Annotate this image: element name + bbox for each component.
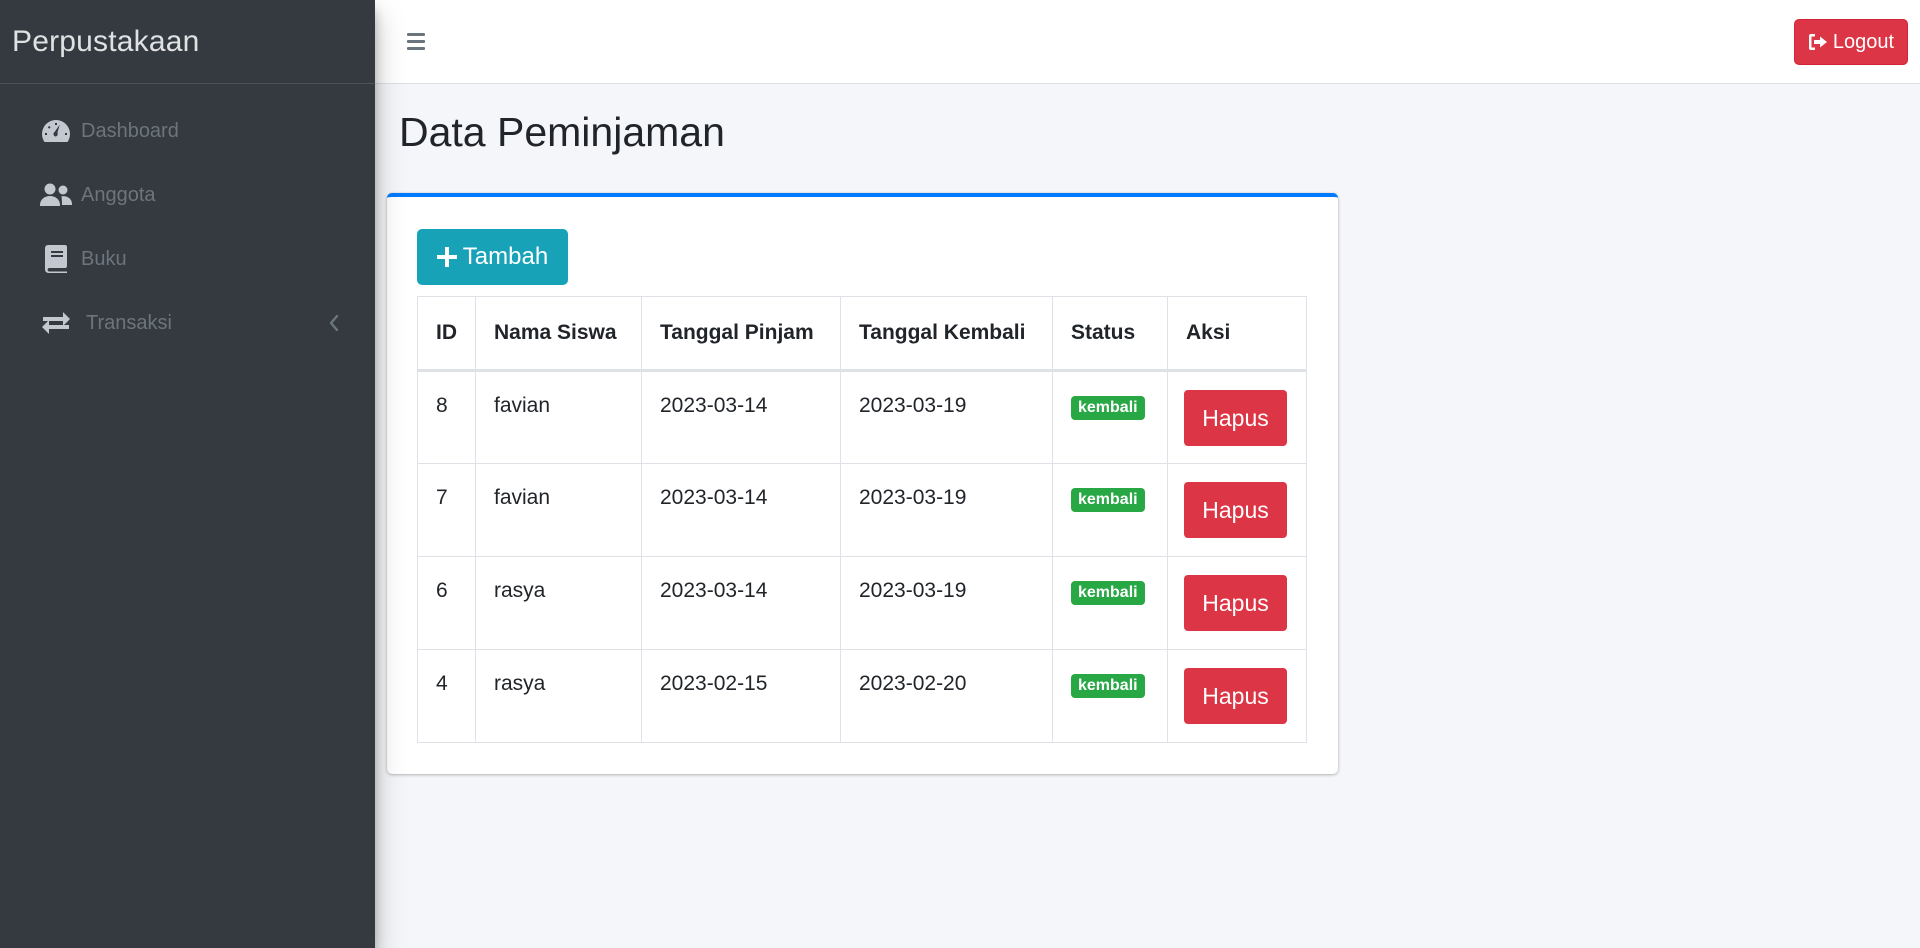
cell-nama: rasya: [475, 556, 642, 650]
page-title: Data Peminjaman: [399, 109, 725, 155]
cell-nama: favian: [475, 370, 642, 464]
users-icon: [40, 181, 72, 209]
brand-link[interactable]: Perpustakaan: [0, 0, 375, 84]
cell-tanggal-pinjam: 2023-02-15: [641, 649, 841, 743]
cell-id: 4: [417, 649, 476, 743]
hamburger-icon[interactable]: [407, 28, 431, 54]
table-row: 7 favian 2023-03-14 2023-03-19 kembali H…: [417, 463, 1307, 557]
sidebar-item-transaksi[interactable]: Transaksi: [0, 291, 375, 355]
sidebar-item-label: Anggota: [81, 183, 156, 206]
cell-tanggal-kembali: 2023-02-20: [840, 649, 1053, 743]
sign-out-icon: [1808, 33, 1828, 51]
column-header-tanggal-pinjam: Tanggal Pinjam: [641, 296, 841, 372]
delete-button[interactable]: Hapus: [1184, 482, 1287, 538]
cell-status: kembali: [1052, 556, 1168, 650]
cell-id: 8: [417, 370, 476, 464]
add-button-label: Tambah: [462, 243, 549, 270]
cell-status: kembali: [1052, 463, 1168, 557]
sidebar-item-label: Buku: [81, 247, 127, 270]
sidebar-item-label: Dashboard: [81, 119, 179, 142]
plus-icon: [436, 247, 457, 267]
cell-tanggal-kembali: 2023-03-19: [840, 463, 1053, 557]
exchange-icon: [40, 309, 72, 337]
delete-button[interactable]: Hapus: [1184, 390, 1287, 446]
logout-label: Logout: [1832, 30, 1895, 53]
cell-tanggal-kembali: 2023-03-19: [840, 370, 1053, 464]
cell-aksi: Hapus: [1167, 370, 1307, 464]
column-header-nama: Nama Siswa: [475, 296, 642, 372]
cell-nama: rasya: [475, 649, 642, 743]
delete-button[interactable]: Hapus: [1184, 575, 1287, 631]
table-row: 8 favian 2023-03-14 2023-03-19 kembali H…: [417, 370, 1307, 464]
column-header-status: Status: [1052, 296, 1168, 372]
sidebar-item-label: Transaksi: [86, 311, 172, 334]
book-icon: [40, 245, 72, 273]
main-content: Data Peminjaman Tambah ID Nama Siswa Tan…: [375, 84, 1920, 948]
table-header: ID Nama Siswa Tanggal Pinjam Tanggal Kem…: [417, 296, 1307, 372]
table-body: 8 favian 2023-03-14 2023-03-19 kembali H…: [417, 370, 1307, 743]
column-header-tanggal-kembali: Tanggal Kembali: [840, 296, 1053, 372]
chevron-left-icon[interactable]: [327, 314, 341, 332]
status-badge: kembali: [1071, 674, 1145, 698]
cell-tanggal-pinjam: 2023-03-14: [641, 370, 841, 464]
loan-table: ID Nama Siswa Tanggal Pinjam Tanggal Kem…: [417, 296, 1307, 743]
tachometer-icon: [40, 117, 72, 145]
add-button[interactable]: Tambah: [417, 229, 568, 285]
loan-card: Tambah ID Nama Siswa Tanggal Pinjam Tang…: [387, 193, 1338, 774]
sidebar-item-dashboard[interactable]: Dashboard: [0, 99, 375, 163]
cell-aksi: Hapus: [1167, 556, 1307, 650]
delete-button[interactable]: Hapus: [1184, 668, 1287, 724]
sidebar: Perpustakaan Dashboard Anggota Buku Tran…: [0, 0, 375, 948]
status-badge: kembali: [1071, 396, 1145, 420]
sidebar-item-anggota[interactable]: Anggota: [0, 163, 375, 227]
cell-nama: favian: [475, 463, 642, 557]
cell-tanggal-pinjam: 2023-03-14: [641, 463, 841, 557]
sidebar-item-buku[interactable]: Buku: [0, 227, 375, 291]
cell-id: 7: [417, 463, 476, 557]
cell-tanggal-kembali: 2023-03-19: [840, 556, 1053, 650]
topbar: Logout: [375, 0, 1920, 84]
cell-status: kembali: [1052, 370, 1168, 464]
logout-button[interactable]: Logout: [1794, 19, 1908, 65]
status-badge: kembali: [1071, 581, 1145, 605]
cell-status: kembali: [1052, 649, 1168, 743]
cell-aksi: Hapus: [1167, 463, 1307, 557]
sidebar-nav: Dashboard Anggota Buku Transaksi: [0, 84, 375, 355]
table-row: 4 rasya 2023-02-15 2023-02-20 kembali Ha…: [417, 649, 1307, 743]
cell-id: 6: [417, 556, 476, 650]
cell-aksi: Hapus: [1167, 649, 1307, 743]
cell-tanggal-pinjam: 2023-03-14: [641, 556, 841, 650]
column-header-aksi: Aksi: [1167, 296, 1307, 372]
status-badge: kembali: [1071, 488, 1145, 512]
column-header-id: ID: [417, 296, 476, 372]
table-row: 6 rasya 2023-03-14 2023-03-19 kembali Ha…: [417, 556, 1307, 650]
app: Perpustakaan Dashboard Anggota Buku Tran…: [0, 0, 1920, 948]
